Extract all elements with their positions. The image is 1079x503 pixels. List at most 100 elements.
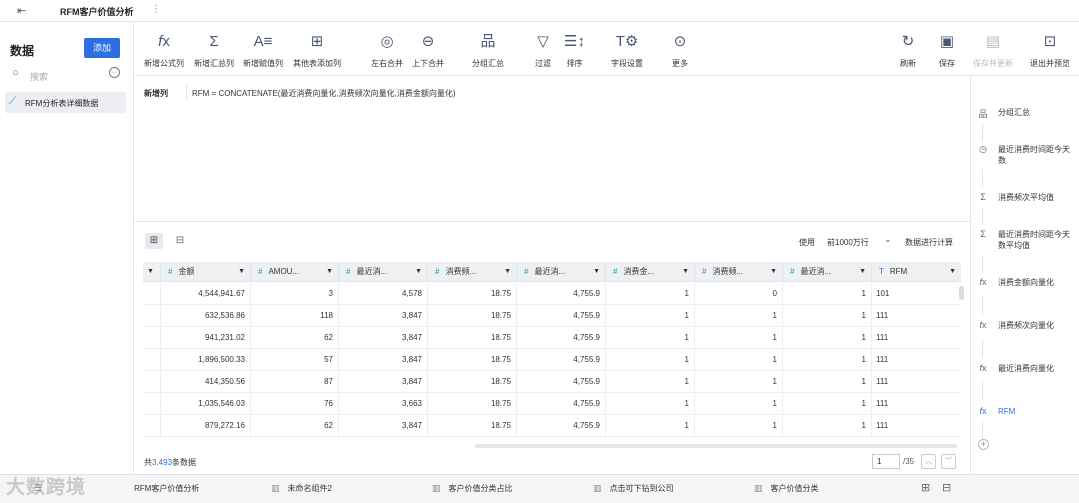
table-cell[interactable]: 111 — [872, 415, 961, 437]
table-cell[interactable]: 632,536.86 — [161, 305, 251, 327]
add-assign-column-button[interactable]: A≡ 新增赋值列 — [243, 32, 283, 69]
column-header[interactable]: # AMOU... ▼ — [251, 262, 339, 282]
table-cell[interactable]: 1 — [783, 415, 872, 437]
table-row[interactable]: 632,536.86 118 3,847 18.75 4,755.9 1 1 1 111 — [143, 305, 961, 327]
table-cell[interactable]: 1 — [783, 371, 872, 393]
table-cell[interactable]: 1 — [695, 415, 783, 437]
table-cell[interactable]: 4,755.9 — [517, 349, 606, 371]
table-cell[interactable]: 18.75 — [428, 349, 517, 371]
table-cell[interactable]: 111 — [872, 393, 961, 415]
row-select-cell[interactable] — [143, 327, 161, 349]
row-select-cell[interactable] — [143, 283, 161, 305]
table-cell[interactable]: 879,272.16 — [161, 415, 251, 437]
more-menu-icon[interactable]: ⋮ — [151, 4, 161, 15]
table-cell[interactable]: 62 — [251, 327, 339, 349]
table-cell[interactable]: 3,847 — [339, 327, 428, 349]
table-cell[interactable]: 414,350.56 — [161, 371, 251, 393]
table-cell[interactable]: 3,847 — [339, 371, 428, 393]
table-cell[interactable]: 1 — [606, 305, 695, 327]
table-cell[interactable]: 1 — [606, 283, 695, 305]
column-header[interactable]: # 最近消... ▼ — [517, 262, 606, 282]
page-input[interactable]: 1 — [872, 454, 900, 469]
sort-button[interactable]: ☰↕ 排序 — [564, 32, 585, 69]
table-cell[interactable]: 1 — [695, 349, 783, 371]
more-button[interactable]: ⊙ 更多 — [672, 32, 688, 69]
row-select-cell[interactable] — [143, 415, 161, 437]
table-cell[interactable]: 111 — [872, 327, 961, 349]
horizontal-scrollbar[interactable] — [475, 444, 957, 448]
table-cell[interactable]: 1 — [783, 283, 872, 305]
chevron-down-icon[interactable]: ⌄ — [884, 234, 892, 245]
table-cell[interactable]: 1 — [783, 327, 872, 349]
row-select-cell[interactable] — [143, 305, 161, 327]
field-settings-button[interactable]: T⚙ 字段设置 — [611, 32, 643, 69]
row-select-cell[interactable] — [143, 371, 161, 393]
table-cell[interactable]: 4,578 — [339, 283, 428, 305]
table-view-icon[interactable]: ⊟ — [171, 233, 189, 249]
add-column-from-table-button[interactable]: ⊞ 其他表添加列 — [293, 32, 341, 69]
add-step-icon[interactable]: + — [978, 439, 989, 450]
column-header[interactable]: # 最近消... ▼ — [339, 262, 428, 282]
table-cell[interactable]: 4,755.9 — [517, 371, 606, 393]
column-header[interactable]: # 最近消... ▼ — [783, 262, 872, 282]
rows-select[interactable]: 前1000万行 — [827, 237, 869, 248]
merge-horizontal-button[interactable]: ◎ 左右合并 — [371, 32, 403, 69]
add-dashboard-icon[interactable]: ⊟ — [942, 481, 951, 494]
table-cell[interactable]: 18.75 — [428, 371, 517, 393]
row-select-header[interactable]: ▼ — [143, 262, 161, 282]
table-cell[interactable]: 1 — [606, 393, 695, 415]
back-icon[interactable]: ⇤ — [17, 4, 26, 17]
table-cell[interactable]: 4,755.9 — [517, 327, 606, 349]
exit-preview-button[interactable]: ⊡ 退出并预览 — [1030, 32, 1070, 69]
table-cell[interactable]: 4,755.9 — [517, 305, 606, 327]
group-summary-button[interactable]: 品分组汇总 — [472, 32, 504, 69]
column-header[interactable]: # 消费金... ▼ — [606, 262, 695, 282]
refresh-button[interactable]: ↻ 刷新 — [900, 32, 916, 69]
table-cell[interactable]: 1 — [695, 393, 783, 415]
table-row[interactable]: 879,272.16 62 3,847 18.75 4,755.9 1 1 1 111 — [143, 415, 961, 437]
table-row[interactable]: 4,544,941.67 3 4,578 18.75 4,755.9 1 0 1 101 — [143, 283, 961, 305]
column-header[interactable]: T RFM ▼ — [872, 262, 961, 282]
table-row[interactable]: 1,035,546.03 76 3,663 18.75 4,755.9 1 1 1 111 — [143, 393, 961, 415]
table-cell[interactable]: 0 — [695, 283, 783, 305]
table-row[interactable]: 414,350.56 87 3,847 18.75 4,755.9 1 1 1 111 — [143, 371, 961, 393]
table-cell[interactable]: 118 — [251, 305, 339, 327]
table-cell[interactable]: 1 — [695, 371, 783, 393]
table-cell[interactable]: 18.75 — [428, 283, 517, 305]
table-cell[interactable]: 1 — [606, 349, 695, 371]
add-component-icon[interactable]: ⊞ — [921, 481, 930, 494]
table-cell[interactable]: 111 — [872, 305, 961, 327]
table-row[interactable]: 941,231.02 62 3,847 18.75 4,755.9 1 1 1 111 — [143, 327, 961, 349]
add-summary-column-button[interactable]: Σ 新增汇总列 — [194, 32, 234, 69]
table-cell[interactable]: 111 — [872, 349, 961, 371]
table-cell[interactable]: 57 — [251, 349, 339, 371]
row-select-cell[interactable] — [143, 393, 161, 415]
table-cell[interactable]: 1 — [783, 305, 872, 327]
table-cell[interactable]: 3,663 — [339, 393, 428, 415]
table-cell[interactable]: 111 — [872, 371, 961, 393]
table-cell[interactable]: 1 — [606, 371, 695, 393]
table-cell[interactable]: 3,847 — [339, 415, 428, 437]
table-cell[interactable]: 4,755.9 — [517, 283, 606, 305]
table-cell[interactable]: 1 — [783, 393, 872, 415]
table-cell[interactable]: 87 — [251, 371, 339, 393]
table-cell[interactable]: 3,847 — [339, 305, 428, 327]
table-cell[interactable]: 1,896,500.33 — [161, 349, 251, 371]
prev-page-button[interactable]: ︿ — [921, 454, 936, 469]
table-cell[interactable]: 18.75 — [428, 305, 517, 327]
next-page-button[interactable]: ﹀ — [941, 454, 956, 469]
table-cell[interactable]: 18.75 — [428, 393, 517, 415]
table-cell[interactable]: 1 — [606, 415, 695, 437]
sidebar-item-dataset[interactable]: ⟋ RFM分析表详细数据 — [5, 92, 126, 113]
table-cell[interactable]: 1 — [783, 349, 872, 371]
table-cell[interactable]: 4,544,941.67 — [161, 283, 251, 305]
table-cell[interactable]: 1,035,546.03 — [161, 393, 251, 415]
table-cell[interactable]: 4,755.9 — [517, 393, 606, 415]
grid-view-icon[interactable]: ⊞ — [145, 233, 163, 249]
table-cell[interactable]: 18.75 — [428, 327, 517, 349]
table-cell[interactable]: 4,755.9 — [517, 415, 606, 437]
search-field[interactable]: ○ 搜索 ··· — [12, 67, 122, 82]
formula-expression[interactable]: RFM = CONCATENATE(最近消费向量化,消费频次向量化,消费金额向量… — [192, 88, 455, 99]
save-button[interactable]: ▣ 保存 — [939, 32, 955, 69]
table-cell[interactable]: 3,847 — [339, 349, 428, 371]
